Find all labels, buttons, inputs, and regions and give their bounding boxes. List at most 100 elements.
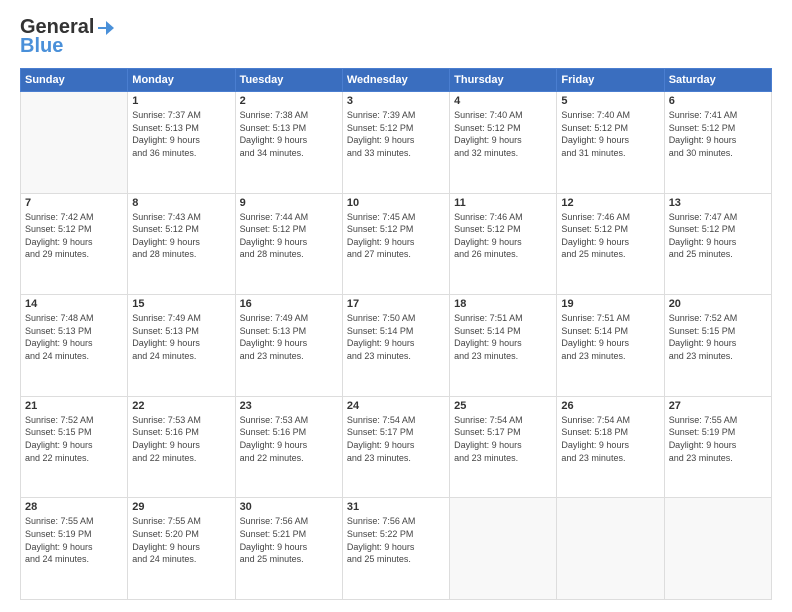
calendar-table: SundayMondayTuesdayWednesdayThursdayFrid…: [20, 68, 772, 600]
day-number: 11: [454, 197, 552, 209]
day-cell: 19 Sunrise: 7:51 AM Sunset: 5:14 PM Dayli…: [557, 295, 664, 397]
day-info: Sunrise: 7:48 AM Sunset: 5:13 PM Dayligh…: [25, 312, 123, 362]
day-cell: 7 Sunrise: 7:42 AM Sunset: 5:12 PM Daylig…: [21, 193, 128, 295]
weekday-header-monday: Monday: [128, 69, 235, 92]
day-cell: 18Sunrise: 7:51 AM Sunset: 5:14 PM Dayli…: [450, 295, 557, 397]
day-cell: 17 Sunrise: 7:50 AM Sunset: 5:14 PM Dayli…: [342, 295, 449, 397]
day-info: Sunrise: 7:49 AM Sunset: 5:13 PM Dayligh…: [240, 312, 338, 362]
day-number: 21: [25, 400, 123, 412]
day-cell: 16 Sunrise: 7:49 AM Sunset: 5:13 PM Dayli…: [235, 295, 342, 397]
day-number: 23: [240, 400, 338, 412]
week-row-4: 21 Sunrise: 7:52 AM Sunset: 5:15 PM Dayli…: [21, 396, 772, 498]
day-cell: 30Sunrise: 7:56 AM Sunset: 5:21 PM Dayli…: [235, 498, 342, 600]
weekday-header-thursday: Thursday: [450, 69, 557, 92]
day-cell: 1 Sunrise: 7:37 AM Sunset: 5:13 PM Daylig…: [128, 92, 235, 194]
day-cell: 26 Sunrise: 7:54 AM Sunset: 5:18 PM Dayli…: [557, 396, 664, 498]
day-cell: 21 Sunrise: 7:52 AM Sunset: 5:15 PM Dayli…: [21, 396, 128, 498]
day-info: Sunrise: 7:54 AM Sunset: 5:17 PM Dayligh…: [347, 414, 445, 464]
day-cell: [450, 498, 557, 600]
day-info: Sunrise: 7:56 AM Sunset: 5:21 PM Dayligh…: [240, 515, 338, 565]
weekday-header-wednesday: Wednesday: [342, 69, 449, 92]
day-info: Sunrise: 7:42 AM Sunset: 5:12 PM Dayligh…: [25, 211, 123, 261]
day-cell: 10 Sunrise: 7:45 AM Sunset: 5:12 PM Dayli…: [342, 193, 449, 295]
day-info: Sunrise: 7:37 AM Sunset: 5:13 PM Dayligh…: [132, 109, 230, 159]
day-cell: 24 Sunrise: 7:54 AM Sunset: 5:17 PM Dayli…: [342, 396, 449, 498]
day-cell: 6 Sunrise: 7:41 AM Sunset: 5:12 PM Daylig…: [664, 92, 771, 194]
weekday-header-tuesday: Tuesday: [235, 69, 342, 92]
day-cell: 15 Sunrise: 7:49 AM Sunset: 5:13 PM Dayli…: [128, 295, 235, 397]
day-info: Sunrise: 7:55 AM Sunset: 5:20 PM Dayligh…: [132, 515, 230, 565]
day-info: Sunrise: 7:53 AM Sunset: 5:16 PM Dayligh…: [132, 414, 230, 464]
day-info: Sunrise: 7:40 AM Sunset: 5:12 PM Dayligh…: [454, 109, 552, 159]
day-cell: 12Sunrise: 7:46 AM Sunset: 5:12 PM Dayli…: [557, 193, 664, 295]
day-number: 28: [25, 501, 123, 513]
day-number: 24: [347, 400, 445, 412]
day-info: Sunrise: 7:52 AM Sunset: 5:15 PM Dayligh…: [25, 414, 123, 464]
day-cell: 4 Sunrise: 7:40 AM Sunset: 5:12 PM Daylig…: [450, 92, 557, 194]
logo-arrow-icon: [96, 19, 114, 37]
day-cell: [664, 498, 771, 600]
day-info: Sunrise: 7:40 AM Sunset: 5:12 PM Dayligh…: [561, 109, 659, 159]
week-row-5: 28Sunrise: 7:55 AM Sunset: 5:19 PM Dayli…: [21, 498, 772, 600]
day-number: 18: [454, 298, 552, 310]
day-number: 6: [669, 95, 767, 107]
day-number: 1: [132, 95, 230, 107]
weekday-header-saturday: Saturday: [664, 69, 771, 92]
day-cell: 20 Sunrise: 7:52 AM Sunset: 5:15 PM Dayli…: [664, 295, 771, 397]
day-number: 10: [347, 197, 445, 209]
day-info: Sunrise: 7:45 AM Sunset: 5:12 PM Dayligh…: [347, 211, 445, 261]
day-number: 26: [561, 400, 659, 412]
page: General Blue SundayMondayTuesdayWednesda…: [0, 0, 792, 612]
week-row-1: 1 Sunrise: 7:37 AM Sunset: 5:13 PM Daylig…: [21, 92, 772, 194]
day-cell: [557, 498, 664, 600]
day-number: 25: [454, 400, 552, 412]
day-cell: 23 Sunrise: 7:53 AM Sunset: 5:16 PM Dayli…: [235, 396, 342, 498]
day-info: Sunrise: 7:51 AM Sunset: 5:14 PM Dayligh…: [561, 312, 659, 362]
day-info: Sunrise: 7:46 AM Sunset: 5:12 PM Dayligh…: [454, 211, 552, 261]
day-cell: 28Sunrise: 7:55 AM Sunset: 5:19 PM Dayli…: [21, 498, 128, 600]
day-cell: [21, 92, 128, 194]
day-number: 7: [25, 197, 123, 209]
day-number: 8: [132, 197, 230, 209]
day-info: Sunrise: 7:39 AM Sunset: 5:12 PM Dayligh…: [347, 109, 445, 159]
day-info: Sunrise: 7:52 AM Sunset: 5:15 PM Dayligh…: [669, 312, 767, 362]
day-info: Sunrise: 7:54 AM Sunset: 5:18 PM Dayligh…: [561, 414, 659, 464]
day-cell: 3 Sunrise: 7:39 AM Sunset: 5:12 PM Daylig…: [342, 92, 449, 194]
day-number: 2: [240, 95, 338, 107]
header: General Blue: [20, 16, 772, 58]
day-number: 31: [347, 501, 445, 513]
day-info: Sunrise: 7:46 AM Sunset: 5:12 PM Dayligh…: [561, 211, 659, 261]
day-cell: 22 Sunrise: 7:53 AM Sunset: 5:16 PM Dayli…: [128, 396, 235, 498]
day-number: 4: [454, 95, 552, 107]
logo: General Blue: [20, 16, 114, 58]
day-number: 20: [669, 298, 767, 310]
day-number: 17: [347, 298, 445, 310]
day-info: Sunrise: 7:50 AM Sunset: 5:14 PM Dayligh…: [347, 312, 445, 362]
day-cell: 27Sunrise: 7:55 AM Sunset: 5:19 PM Dayli…: [664, 396, 771, 498]
day-number: 3: [347, 95, 445, 107]
day-number: 5: [561, 95, 659, 107]
day-cell: 9 Sunrise: 7:44 AM Sunset: 5:12 PM Daylig…: [235, 193, 342, 295]
day-number: 13: [669, 197, 767, 209]
day-info: Sunrise: 7:44 AM Sunset: 5:12 PM Dayligh…: [240, 211, 338, 261]
day-number: 14: [25, 298, 123, 310]
day-number: 27: [669, 400, 767, 412]
day-number: 22: [132, 400, 230, 412]
weekday-header-friday: Friday: [557, 69, 664, 92]
week-row-3: 14 Sunrise: 7:48 AM Sunset: 5:13 PM Dayli…: [21, 295, 772, 397]
logo-blue-text: Blue: [20, 35, 63, 58]
weekday-header-row: SundayMondayTuesdayWednesdayThursdayFrid…: [21, 69, 772, 92]
day-info: Sunrise: 7:53 AM Sunset: 5:16 PM Dayligh…: [240, 414, 338, 464]
day-number: 29: [132, 501, 230, 513]
day-cell: 8Sunrise: 7:43 AM Sunset: 5:12 PM Daylig…: [128, 193, 235, 295]
day-cell: 2Sunrise: 7:38 AM Sunset: 5:13 PM Daylig…: [235, 92, 342, 194]
day-info: Sunrise: 7:49 AM Sunset: 5:13 PM Dayligh…: [132, 312, 230, 362]
day-number: 19: [561, 298, 659, 310]
day-number: 16: [240, 298, 338, 310]
day-cell: 11 Sunrise: 7:46 AM Sunset: 5:12 PM Dayli…: [450, 193, 557, 295]
day-info: Sunrise: 7:41 AM Sunset: 5:12 PM Dayligh…: [669, 109, 767, 159]
day-number: 9: [240, 197, 338, 209]
week-row-2: 7 Sunrise: 7:42 AM Sunset: 5:12 PM Daylig…: [21, 193, 772, 295]
day-number: 15: [132, 298, 230, 310]
day-cell: 13Sunrise: 7:47 AM Sunset: 5:12 PM Dayli…: [664, 193, 771, 295]
